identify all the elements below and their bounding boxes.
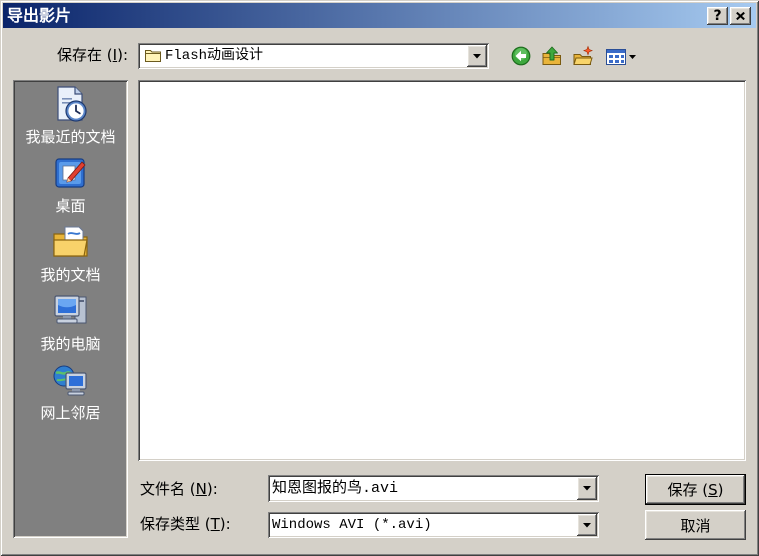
file-name-input[interactable]: 知恩图报的鸟.avi [268,475,599,502]
dropdown-arrow-icon [473,53,481,58]
new-folder-icon [573,45,593,65]
place-label: 我最近的文档 [25,128,116,146]
views-menu-button[interactable] [602,46,640,68]
save-in-label: 保存在 (I): [18,45,128,65]
file-name-label-text: 文件名 ( [140,480,196,498]
save-access-key: S [708,480,718,499]
place-label: 网上邻居 [40,404,101,422]
window-title: 导出影片 [7,6,72,25]
save-type-value: Windows AVI (*.avi) [272,517,432,533]
my-computer-icon [53,295,86,324]
up-one-level-icon [542,46,561,65]
my-documents-icon [52,226,88,257]
file-name-dropdown-button[interactable] [577,477,597,500]
place-network-places[interactable]: 网上邻居 [15,358,126,427]
place-desktop[interactable]: 桌面 [15,151,126,220]
save-in-label-text: 保存在 ( [57,46,113,64]
save-button-suffix: ) [717,480,724,499]
dropdown-arrow-icon [583,522,591,527]
title-bar[interactable]: 导出影片 ? [3,3,756,28]
place-label: 我的电脑 [40,335,101,353]
save-type-label-suffix: ): [219,515,231,533]
file-name-access-key: N [195,480,207,498]
save-in-combo[interactable]: Flash动画设计 [138,43,489,69]
cancel-button-label: 取消 [680,516,711,535]
help-label: ? [713,8,722,24]
file-name-label: 文件名 (N): [140,479,218,499]
save-type-access-key: T [210,515,220,533]
place-my-documents[interactable]: 我的文档 [15,220,126,289]
place-my-computer[interactable]: 我的电脑 [15,289,126,358]
back-button[interactable] [509,44,533,68]
save-in-dropdown-button[interactable] [467,45,487,67]
desktop-icon [54,158,86,188]
folder-icon [145,50,161,62]
save-type-label-text: 保存类型 ( [140,515,211,533]
help-button[interactable]: ? [707,7,728,25]
cancel-button[interactable]: 取消 [645,510,746,540]
file-name-label-suffix: ): [206,480,218,498]
place-recent-documents[interactable]: 我最近的文档 [15,82,126,151]
recent-documents-icon [56,86,87,122]
file-list[interactable] [138,80,746,461]
export-movie-dialog: 导出影片 ? 保存在 (I): Flash动画设计 我最近的文档 桌面 我的文档… [0,0,759,556]
views-menu-icon [606,49,636,65]
save-in-value: Flash动画设计 [165,48,264,64]
save-in-label-suffix: ): [117,46,128,64]
close-button[interactable] [730,7,751,25]
save-type-dropdown-button[interactable] [577,514,597,536]
save-button[interactable]: 保存 (S) [645,474,746,505]
save-type-select[interactable]: Windows AVI (*.avi) [268,512,599,538]
save-button-label: 保存 ( [667,481,709,499]
network-places-icon [53,365,87,396]
back-arrow-icon [511,46,531,66]
save-type-label: 保存类型 (T): [140,514,231,534]
dropdown-arrow-icon [583,486,591,491]
place-label: 我的文档 [40,266,101,284]
places-bar: 我最近的文档 桌面 我的文档 我的电脑 网上邻居 [13,80,128,538]
file-name-value: 知恩图报的鸟.avi [272,480,399,497]
up-one-level-button[interactable] [539,43,565,69]
close-icon [736,12,745,20]
new-folder-button[interactable] [570,43,596,69]
place-label: 桌面 [55,197,86,215]
